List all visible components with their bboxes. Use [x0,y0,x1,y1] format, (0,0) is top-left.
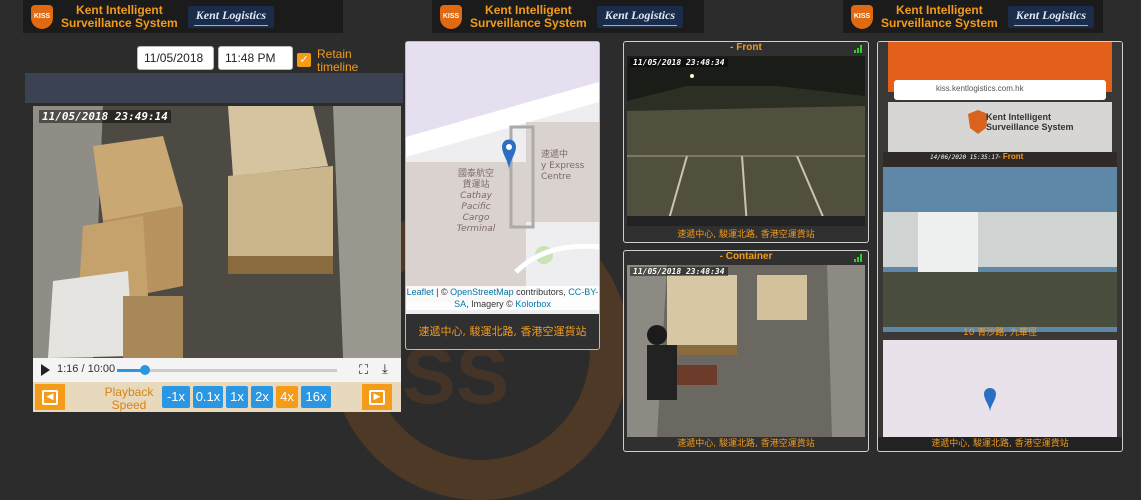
video-timestamp: 11/05/2018 23:49:14 [39,110,171,123]
osm-link[interactable]: OpenStreetMap [450,287,514,297]
app-header-1: KISS Kent Intelligent Surveillance System… [23,0,343,33]
retain-timeline-label: Retain timeline [317,47,359,74]
container-interior-image [33,106,401,358]
camera-title: - Front [730,42,762,53]
seek-handle[interactable] [139,365,150,375]
seek-bar[interactable] [117,365,337,375]
camera-address: 速遞中心, 駿運北路, 香港空運貨站 [677,230,815,240]
download-icon[interactable]: ⤓ [382,362,388,377]
mobile-phone-photo [878,42,1122,437]
kiss-shield-icon: KISS [851,4,873,29]
map-attribution: Leaflet | © OpenStreetMap contributors, … [406,286,599,310]
partner-logo: Kent Logistics [187,5,275,28]
app-header-3: KISS Kent Intelligent Surveillance System… [843,0,1103,33]
map-panel[interactable]: 國泰航空 貨運站 Cathay Pacific Cargo Terminal 速遞中 y… [405,41,600,350]
mobile-photo-panel[interactable]: kiss.kentlogistics.com.hk Kent Intellige… [877,41,1123,452]
signal-icon [854,45,864,53]
camera-container-image [627,265,865,437]
speed-button-4x[interactable]: 4x [276,386,298,408]
speed-button-0-1x[interactable]: 0.1x [193,386,223,408]
camera-timestamp: 11/05/2018 23:48:34 [630,267,728,276]
playback-video[interactable]: 11/05/2018 23:49:14 [33,106,401,358]
phone-address: 10 青沙路, 九華徑 [962,328,1038,338]
phone-timestamp: 14/06/2020 15:35:17 [930,154,999,161]
time-field[interactable] [218,46,293,70]
camera-address: 速遞中心, 駿運北路, 香港空運貨站 [931,439,1069,449]
partner-logo: Kent Logistics [1007,5,1095,28]
playback-speed-label: Playback Speed [104,385,154,412]
speed-button-16x[interactable]: 16x [301,386,331,408]
speed-button-2x[interactable]: 2x [251,386,273,408]
map-address: 速遞中心, 駿運北路, 香港空運貨站 [406,314,599,349]
video-controls: 1:16 / 10:00 ⛶ ⤓ [33,358,401,382]
camera-timestamp: 11/05/2018 23:48:34 [630,58,728,67]
play-icon[interactable] [41,364,50,376]
camera-front-image [627,56,865,226]
next-icon: ▶ [369,390,385,405]
kolorbox-link[interactable]: Kolorbox [515,299,551,309]
previous-icon: ◀ [42,390,58,405]
camera-front-panel[interactable]: - Front 11/05/2018 23:48:34 速遞中心, 駿運北路, … [623,41,869,243]
app-title: Kent Intelligent Surveillance System [470,2,587,30]
phone-url: kiss.kentlogistics.com.hk [936,84,1024,93]
app-header-2: KISS Kent Intelligent Surveillance System… [432,0,704,33]
previous-clip-button[interactable]: ◀ [35,384,65,410]
phone-camera-title: - Front [998,152,1024,161]
signal-icon [854,254,864,262]
date-field[interactable] [137,46,214,70]
cc-by-link[interactable]: CC-BY- [568,287,598,297]
camera-title: - Container [719,251,773,262]
fullscreen-icon[interactable]: ⛶ [359,363,368,378]
kiss-shield-icon: KISS [31,4,53,29]
kiss-shield-icon: KISS [440,4,462,29]
speed-button-1x[interactable]: 1x [226,386,248,408]
time-display: 1:16 / 10:00 [57,363,116,375]
next-clip-button[interactable]: ▶ [362,384,392,410]
phone-app-title: Kent Intelligent Surveillance System [986,112,1074,132]
map-label-cargo-terminal: 國泰航空 貨運站 Cathay Pacific Cargo Terminal [456,169,496,234]
timeline-strip[interactable] [25,73,403,103]
partner-logo: Kent Logistics [596,5,684,28]
app-title: Kent Intelligent Surveillance System [881,2,998,30]
map-label-express-centre: 速遞中 y Express Centre [541,150,585,182]
camera-container-panel[interactable]: - Container 11/05/2018 23:48:34 速遞中心, 駿運… [623,250,869,452]
speed-button-minus1x[interactable]: -1x [162,386,190,408]
app-title: Kent Intelligent Surveillance System [61,2,178,30]
camera-address: 速遞中心, 駿運北路, 香港空運貨站 [677,439,815,449]
leaflet-link[interactable]: Leaflet [407,287,434,297]
sa-link[interactable]: SA [454,299,466,309]
retain-timeline-checkbox[interactable]: ✓ [297,53,311,67]
